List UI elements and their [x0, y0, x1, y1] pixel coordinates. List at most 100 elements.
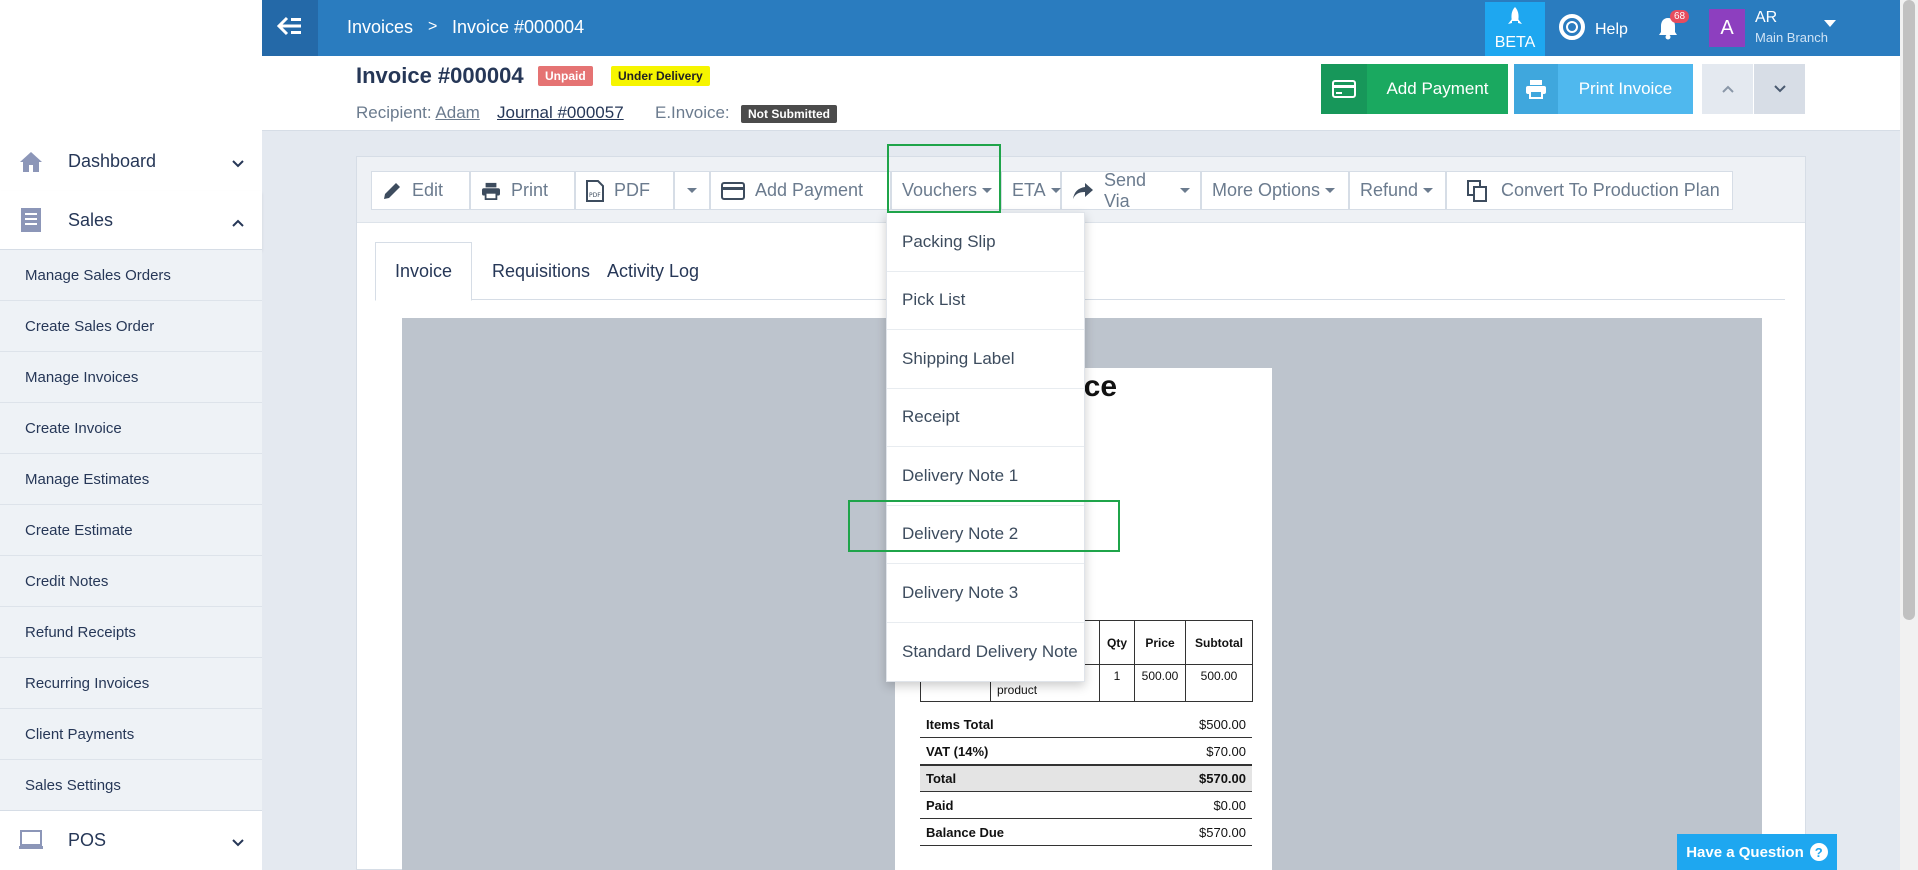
- caret-down-icon: [1050, 188, 1061, 193]
- sidebar-subitem-recurring-invoices[interactable]: Recurring Invoices: [0, 658, 262, 709]
- menu-item-delivery-note-3[interactable]: Delivery Note 3: [887, 564, 1084, 623]
- print-button[interactable]: Print: [470, 171, 575, 210]
- totals-value: $70.00: [1206, 743, 1246, 759]
- caret-down-icon: [1325, 188, 1336, 193]
- pdf-options-dropdown[interactable]: [674, 171, 710, 210]
- eta-dropdown[interactable]: ETA: [1001, 171, 1061, 210]
- menu-item-receipt[interactable]: Receipt: [887, 389, 1084, 447]
- caret-down-icon: [1180, 188, 1190, 193]
- recipient-link[interactable]: Adam: [435, 103, 479, 122]
- home-icon: [18, 149, 44, 175]
- avatar[interactable]: A: [1709, 9, 1745, 47]
- convert-label: Convert To Production Plan: [1501, 180, 1720, 200]
- sales-submenu: Manage Sales Orders Create Sales Order M…: [0, 250, 262, 811]
- menu-item-delivery-note-1[interactable]: Delivery Note 1: [887, 447, 1084, 506]
- add-payment-label: Add Payment: [1386, 79, 1489, 98]
- totals-label: VAT (14%): [926, 743, 989, 759]
- branch-name: Main Branch: [1755, 30, 1828, 45]
- sidebar-subitem-create-estimate[interactable]: Create Estimate: [0, 505, 262, 556]
- vouchers-dropdown[interactable]: Vouchers: [891, 171, 1001, 210]
- credit-card-icon: [721, 181, 745, 200]
- menu-item-shipping-label[interactable]: Shipping Label: [887, 330, 1084, 389]
- menu-item-pick-list[interactable]: Pick List: [887, 272, 1084, 330]
- refund-dropdown[interactable]: Refund: [1349, 171, 1446, 210]
- totals-value: $0.00: [1213, 797, 1246, 813]
- invoice-header: Invoice #000004 Unpaid Under Delivery Re…: [262, 56, 1900, 131]
- menu-item-packing-slip[interactable]: Packing Slip: [887, 213, 1084, 272]
- credit-card-icon: [1321, 64, 1367, 114]
- chevron-down-icon: [1773, 80, 1786, 98]
- sidebar-item-sales[interactable]: Sales: [0, 191, 262, 250]
- print-invoice-label: Print Invoice: [1578, 79, 1673, 98]
- help-label: Help: [1595, 20, 1628, 38]
- breadcrumb-separator: >: [428, 18, 438, 35]
- next-record-button[interactable]: [1754, 64, 1805, 114]
- more-options-dropdown[interactable]: More Options: [1201, 171, 1349, 210]
- sidebar-subitem-create-invoice[interactable]: Create Invoice: [0, 403, 262, 454]
- totals-row: Balance Due $570.00: [920, 819, 1252, 846]
- cell-qty: 1: [1099, 664, 1135, 702]
- user-name[interactable]: AR: [1755, 9, 1777, 27]
- page-title: Invoice #000004: [356, 63, 524, 88]
- vouchers-label: Vouchers: [902, 180, 978, 200]
- edit-label: Edit: [412, 180, 444, 200]
- send-via-dropdown[interactable]: Send Via: [1061, 169, 1201, 211]
- laptop-icon: [18, 827, 44, 853]
- caret-down-icon: [982, 188, 993, 193]
- edit-button[interactable]: Edit: [371, 171, 470, 210]
- toolbar-add-payment-button[interactable]: Add Payment: [710, 171, 891, 210]
- beta-button[interactable]: BETA: [1485, 2, 1545, 56]
- pdf-button[interactable]: PDF PDF: [575, 171, 674, 210]
- printer-icon: [1514, 64, 1558, 114]
- sidebar-item-label: Dashboard: [68, 151, 157, 171]
- sidebar-subitem-create-sales-order[interactable]: Create Sales Order: [0, 301, 262, 352]
- sidebar-item-dashboard[interactable]: Dashboard: [0, 132, 262, 191]
- totals-row: Paid $0.00: [920, 792, 1252, 819]
- recipient-line: Recipient: Adam: [356, 103, 480, 123]
- sidebar-subitem-credit-notes[interactable]: Credit Notes: [0, 556, 262, 607]
- add-payment-label: Add Payment: [755, 180, 864, 200]
- einvoice-status-badge: Not Submitted: [741, 105, 837, 123]
- sidebar-item-label: POS: [68, 829, 107, 850]
- recipient-label: Recipient:: [356, 103, 432, 122]
- have-a-question-button[interactable]: Have a Question ?: [1677, 834, 1837, 870]
- sidebar-toggle-button[interactable]: [262, 0, 318, 56]
- einvoice-label: E.Invoice:: [655, 103, 730, 122]
- table-header-subtotal: Subtotal: [1185, 620, 1253, 665]
- totals-row: VAT (14%) $70.00: [920, 738, 1252, 765]
- sidebar-subitem-manage-sales-orders[interactable]: Manage Sales Orders: [0, 250, 262, 301]
- sidebar-subitem-client-payments[interactable]: Client Payments: [0, 709, 262, 760]
- totals-label: Total: [926, 771, 957, 786]
- scrollbar-thumb[interactable]: [1903, 0, 1915, 620]
- menu-item-standard-delivery-note[interactable]: Standard Delivery Note: [887, 623, 1084, 682]
- caret-down-icon: [687, 188, 697, 193]
- svg-text:PDF: PDF: [589, 192, 601, 199]
- chevron-down-icon: [232, 831, 244, 852]
- caret-down-icon[interactable]: [1824, 14, 1836, 32]
- refund-label: Refund: [1360, 180, 1419, 200]
- breadcrumb-invoices[interactable]: Invoices: [347, 17, 413, 38]
- sidebar-subitem-manage-estimates[interactable]: Manage Estimates: [0, 454, 262, 505]
- convert-production-plan-button[interactable]: Convert To Production Plan: [1446, 171, 1733, 210]
- print-label: Print: [511, 180, 549, 200]
- add-payment-button[interactable]: Add Payment: [1321, 64, 1508, 114]
- sidebar-subitem-refund-receipts[interactable]: Refund Receipts: [0, 607, 262, 658]
- sidebar-subitem-manage-invoices[interactable]: Manage Invoices: [0, 352, 262, 403]
- more-options-label: More Options: [1212, 180, 1321, 200]
- status-badge-unpaid: Unpaid: [538, 66, 593, 86]
- send-via-label: Send Via: [1104, 169, 1147, 211]
- totals-label: Balance Due: [926, 824, 1005, 840]
- page-scrollbar[interactable]: [1900, 0, 1918, 870]
- sidebar-subitem-sales-settings[interactable]: Sales Settings: [0, 760, 262, 811]
- tab-activity-log[interactable]: Activity Log: [588, 242, 718, 300]
- menu-item-delivery-note-2[interactable]: Delivery Note 2: [887, 506, 1084, 564]
- printer-icon: [481, 182, 501, 200]
- journal-link[interactable]: Journal #000057: [497, 103, 624, 123]
- print-invoice-button[interactable]: Print Invoice: [1514, 64, 1693, 114]
- previous-record-button[interactable]: [1702, 64, 1753, 114]
- breadcrumb-current: Invoice #000004: [452, 17, 585, 37]
- help-button[interactable]: Help: [1559, 14, 1628, 45]
- sidebar-item-pos[interactable]: POS: [0, 810, 262, 869]
- tab-invoice[interactable]: Invoice: [375, 242, 473, 301]
- totals-block: Items Total $500.00 VAT (14%) $70.00 Tot…: [920, 711, 1252, 846]
